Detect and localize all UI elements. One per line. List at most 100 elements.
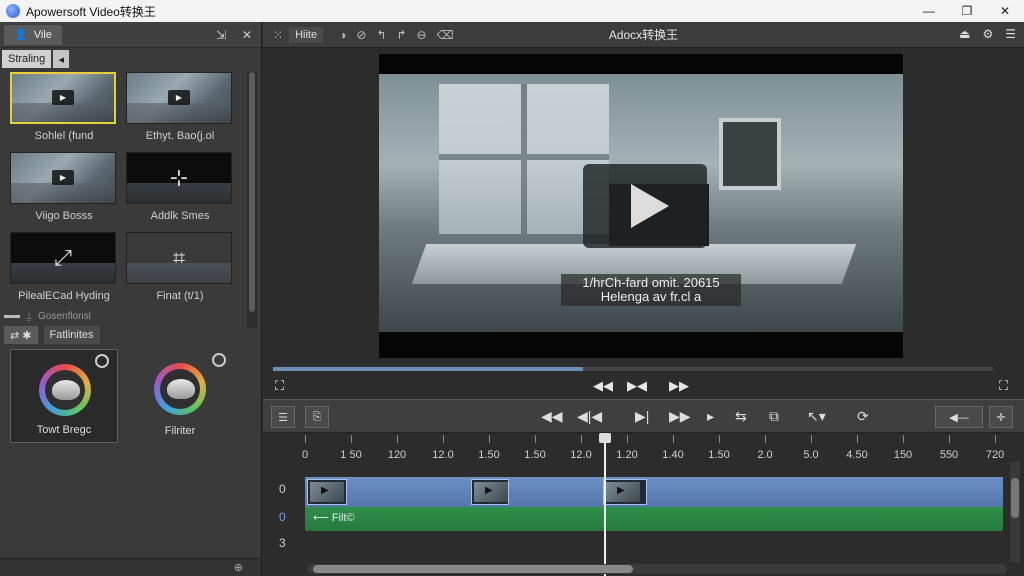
ruler-label: 720: [985, 449, 1005, 461]
resize-icon[interactable]: ⊕: [234, 561, 243, 574]
pin-icon[interactable]: ⍊: [26, 311, 32, 322]
menu-icon[interactable]: ☰: [1005, 27, 1016, 41]
timeline-ruler[interactable]: 0 1 50 120 12.0 1.50 1.50 12.0 1.20 1.40 1.50 2.0 5…: [301, 435, 1005, 469]
search-icon[interactable]: ⊘: [356, 28, 366, 42]
audio-track-label: ⟵ Filt©: [313, 511, 355, 524]
export-icon[interactable]: ⏏: [959, 27, 970, 41]
redo-icon[interactable]: ↱: [396, 28, 406, 42]
ruler-label: 1.20: [616, 449, 638, 461]
window-title: Apowersoft Video转换王: [26, 4, 156, 19]
track-number: 0: [279, 482, 286, 496]
close-window-icon[interactable]: ✕: [986, 0, 1024, 22]
video-caption: 1/hrCh-fard omit. 20615 Helenga av fr.cl…: [561, 274, 741, 306]
scene-picture: [719, 118, 781, 190]
menu-icon[interactable]: ☰: [271, 406, 295, 428]
big-play-icon[interactable]: [583, 164, 707, 248]
media-item[interactable]: ▶ Ethyt. Bao(j.ol: [126, 72, 234, 148]
forward-icon[interactable]: ▶▶: [669, 408, 691, 425]
video-preview[interactable]: 1/hrCh-fard omit. 20615 Helenga av fr.cl…: [379, 54, 903, 358]
tab-filters[interactable]: Fatlinites: [43, 326, 100, 344]
collapse-arrow-icon[interactable]: ◂: [53, 50, 70, 68]
ruler-tick: [811, 435, 812, 443]
ruler-label: 12.0: [432, 449, 454, 461]
playback-controls: ⛶ ◀◀ ▶◀ ▶▶ ⛶: [263, 376, 1024, 400]
ruler-tick: [351, 435, 352, 443]
power-icon[interactable]: ◑: [339, 28, 346, 42]
video-clip[interactable]: [603, 479, 647, 505]
ruler-label: 4.50: [846, 449, 868, 461]
fullscreen-icon[interactable]: ⛶: [275, 378, 284, 394]
media-item[interactable]: ▶ Sohlel (fund: [10, 72, 118, 148]
settings-icon[interactable]: ⚙: [982, 27, 993, 41]
ruler-label: 1.50: [708, 449, 730, 461]
play-icon[interactable]: ▶|: [635, 408, 649, 425]
tab-media[interactable]: 👤 Vile: [4, 24, 62, 45]
ruler-tick: [397, 435, 398, 443]
cursor-icon[interactable]: ↖▾: [807, 408, 826, 425]
media-scrollbar[interactable]: [247, 72, 257, 328]
speed-icon[interactable]: ⟳: [857, 408, 869, 425]
save-icon[interactable]: ⎘: [305, 406, 329, 428]
forward-icon[interactable]: ▶▶: [669, 378, 689, 394]
filters-icon[interactable]: ⇄ ✱: [4, 326, 38, 344]
editor-area: ⁙ Hiite ◑ ⊘ ↰ ↱ ⊖ ⌫ Adocx转换王 ⏏ ⚙ ☰ 1/hrC…: [263, 22, 1024, 576]
tab-media-label: Vile: [33, 28, 52, 41]
maximize-icon[interactable]: ❐: [948, 0, 986, 22]
play-pause-icon[interactable]: ▶◀: [627, 378, 647, 394]
delete-icon[interactable]: ⌫: [437, 28, 454, 42]
ruler-label: 0: [301, 449, 309, 461]
rewind-icon[interactable]: ◀◀: [541, 408, 563, 425]
clip-thumbnail: [474, 482, 508, 502]
minimize-icon[interactable]: —: [910, 0, 948, 22]
media-item[interactable]: ⤢ PilealECad Hyding: [10, 232, 118, 308]
snapshot-icon[interactable]: ⛶: [999, 378, 1008, 394]
undo-icon[interactable]: ↰: [376, 28, 386, 42]
video-clip[interactable]: [307, 479, 347, 505]
media-item[interactable]: ⌗ Finat (t/1): [126, 232, 234, 308]
media-item[interactable]: ▶ Viigo Bosss: [10, 152, 118, 228]
close-icon[interactable]: ✕: [242, 28, 252, 42]
ruler-label: 150: [893, 449, 913, 461]
ruler-label: 1 50: [340, 449, 362, 461]
media-thumbnail: ⌗: [126, 232, 232, 284]
media-item[interactable]: ⊹ Addlk Smes: [126, 152, 234, 228]
filter-item[interactable]: Towt Bregc: [10, 349, 118, 443]
ruler-label: 1.50: [524, 449, 546, 461]
user-icon: 👤: [14, 29, 28, 41]
step-back-icon[interactable]: ◀|◀: [577, 408, 602, 425]
media-thumbnail: ▶: [10, 72, 116, 124]
track-number: 3: [279, 536, 286, 550]
minus-icon[interactable]: [4, 314, 20, 318]
playhead[interactable]: [599, 433, 611, 576]
link-icon[interactable]: ⊖: [417, 28, 427, 42]
color-wheel-icon: [39, 364, 91, 416]
ruler-label: 5.0: [803, 449, 819, 461]
audio-track[interactable]: ⟵ Filt©: [305, 507, 1003, 531]
subtab-straling[interactable]: Straling: [2, 50, 52, 68]
rewind-icon[interactable]: ◀◀: [593, 378, 613, 394]
filter-item[interactable]: Filriter: [126, 349, 234, 443]
media-item-label: Finat (t/1): [156, 290, 204, 302]
ruler-tick: [581, 435, 582, 443]
zoom-out-icon[interactable]: ◀—: [935, 406, 983, 428]
ruler-label: 550: [939, 449, 959, 461]
ruler-tick: [305, 435, 306, 443]
filter-item-label: Filriter: [164, 425, 196, 437]
next-icon[interactable]: ▸: [707, 408, 714, 425]
video-track[interactable]: [305, 477, 1003, 507]
crop-icon[interactable]: ⧉: [769, 408, 779, 425]
pin-icon[interactable]: ⇲: [216, 28, 226, 42]
ruler-label: 12.0: [570, 449, 592, 461]
timeline-vertical-scrollbar[interactable]: [1010, 462, 1020, 562]
split-icon[interactable]: ⇆: [735, 408, 747, 425]
zoom-in-icon[interactable]: ✛: [989, 406, 1013, 428]
app-logo-icon: [6, 4, 20, 18]
playback-progress[interactable]: [273, 367, 993, 371]
filters-header: ⇄ ✱ Fatlinites: [4, 325, 254, 345]
ruler-tick: [443, 435, 444, 443]
video-clip[interactable]: [471, 479, 509, 505]
grid-icon[interactable]: ⁙: [273, 28, 283, 42]
timeline-horizontal-scrollbar[interactable]: [307, 564, 1007, 574]
back-arrow-icon: ⟵: [313, 512, 332, 524]
timeline-toolbar: ☰ ⎘ ◀◀ ◀|◀ ▶| ▶▶ ▸ ⇆ ⧉ ↖▾ ⟳ ◀— ✛: [263, 399, 1024, 433]
